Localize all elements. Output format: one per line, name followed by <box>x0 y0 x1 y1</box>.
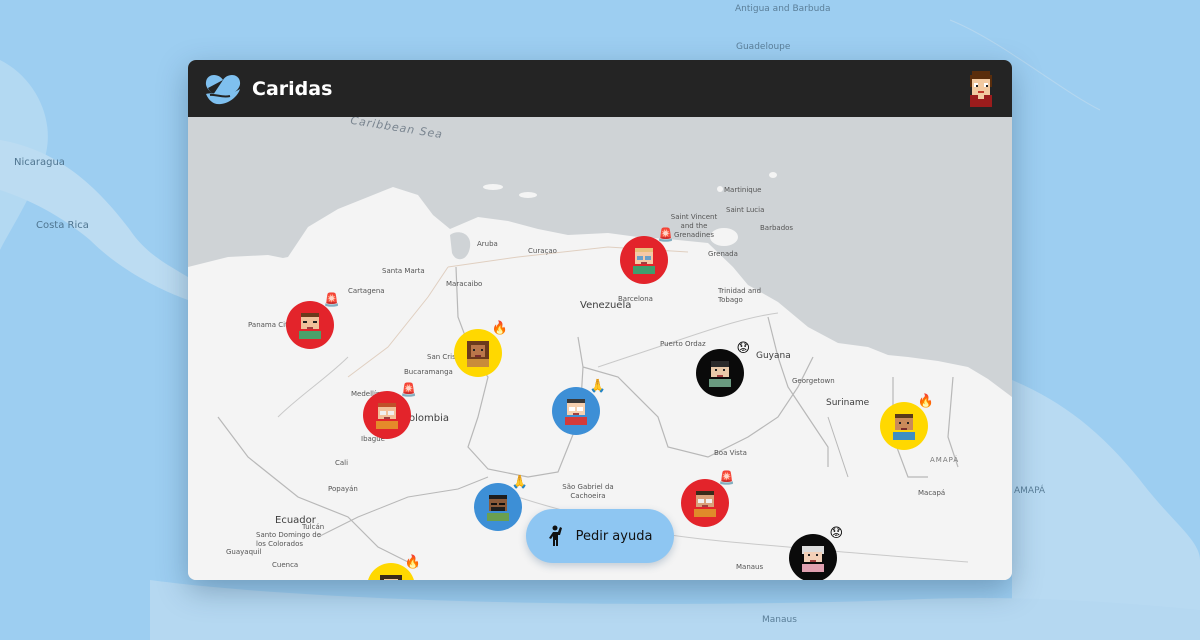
map-label-guayaquil: Guayaquil <box>226 548 262 556</box>
user-pixel-avatar-icon <box>970 70 992 107</box>
map-marker-person[interactable]: 🔥 <box>454 321 508 377</box>
map-label-barcelona: Barcelona <box>618 295 653 303</box>
map-label-boa-vista: Boa Vista <box>714 449 747 457</box>
map-label-suriname: Suriname <box>826 398 870 408</box>
map-label-cali: Cali <box>335 459 349 467</box>
bg-label-nicaragua: Nicaragua <box>14 157 65 168</box>
map-label-manaus: Manaus <box>736 563 764 571</box>
bg-label-manaus: Manaus <box>762 615 797 625</box>
map-marker-person[interactable]: 😟 <box>696 341 750 397</box>
status-fire-icon: 🔥 <box>491 321 508 336</box>
map-marker-person[interactable]: 🙏 <box>474 475 528 531</box>
heart-hand-logo-icon <box>205 74 241 104</box>
map-label-grenada: Grenada <box>708 250 738 258</box>
status-alarm-icon: 🚨 <box>323 293 340 308</box>
person-avatar-icon <box>380 575 402 580</box>
map-label-amapa: AMAPÁ <box>930 456 960 464</box>
bg-label-antigua: Antigua and Barbuda <box>735 4 831 14</box>
map-label-saint-vincent: Saint Vincent and the Grenadines <box>670 213 718 239</box>
user-avatar[interactable] <box>964 69 998 109</box>
status-worried-face-icon: 😟 <box>736 341 750 356</box>
map-marker-person[interactable]: 🚨 <box>363 383 417 439</box>
map-label-popayan: Popayán <box>328 485 358 493</box>
map-marker-person[interactable]: 🚨 <box>286 293 340 349</box>
person-avatar-icon <box>694 491 716 517</box>
map-label-martinique: Martinique <box>724 186 762 194</box>
map-label-georgetown: Georgetown <box>792 377 835 385</box>
status-alarm-icon: 🚨 <box>718 471 735 486</box>
person-raising-hand-icon <box>548 525 562 546</box>
status-fire-icon: 🔥 <box>917 394 934 409</box>
bg-label-costa-rica: Costa Rica <box>36 220 89 231</box>
ask-help-button[interactable]: Pedir ayuda <box>526 509 674 563</box>
app-title: Caridas <box>252 77 333 100</box>
map-label-trinidad: Trinidad and Tobago <box>718 287 762 304</box>
map-marker-person[interactable]: 🔥 <box>880 394 934 450</box>
map-label-bucaramanga: Bucaramanga <box>404 368 453 376</box>
map-marker-person[interactable]: 🚨 <box>620 228 674 284</box>
app-window: Caridas Caribbean Sea Venezuela Colombia… <box>188 60 1012 580</box>
person-avatar-icon <box>467 341 489 367</box>
map-label-guyana: Guyana <box>756 351 791 361</box>
app-header: Caridas <box>188 60 1012 117</box>
person-avatar-icon <box>709 361 731 387</box>
map-label-aruba: Aruba <box>477 240 498 248</box>
brand[interactable]: Caridas <box>204 72 332 106</box>
status-fire-icon: 🔥 <box>404 555 421 570</box>
map-marker-person[interactable]: 🙏 <box>552 379 606 435</box>
bg-label-amapa: AMAPÁ <box>1014 486 1046 496</box>
map-label-cartagena: Cartagena <box>348 287 385 295</box>
map-label-sao-gabriel: São Gabriel da Cachoeira <box>562 483 614 500</box>
map-marker-person[interactable]: 😟 <box>789 526 843 580</box>
person-avatar-icon <box>633 248 655 274</box>
person-avatar-icon <box>487 495 509 521</box>
map-label-macapa: Macapá <box>918 489 946 497</box>
status-praying-hands-icon: 🙏 <box>589 379 606 394</box>
map-label-cuenca: Cuenca <box>272 561 299 569</box>
map-label-maracaibo: Maracaibo <box>446 280 483 288</box>
status-alarm-icon: 🚨 <box>657 228 674 243</box>
person-avatar-icon <box>376 403 398 429</box>
person-avatar-icon <box>802 546 824 572</box>
map-label-curacao: Curaçao <box>528 247 557 255</box>
map-label-santo-domingo: Santo Domingo de los Colorados <box>256 531 321 548</box>
map-label-saint-lucia: Saint Lucia <box>726 206 765 214</box>
status-praying-hands-icon: 🙏 <box>511 475 528 490</box>
ask-help-label: Pedir ayuda <box>575 528 653 544</box>
map-label-tulcan: Tulcán <box>302 523 325 531</box>
map-view[interactable]: Caribbean Sea Venezuela Colombia Guyana … <box>188 117 1012 580</box>
status-alarm-icon: 🚨 <box>400 383 417 398</box>
map-label-barbados: Barbados <box>760 224 794 232</box>
bg-label-guadeloupe: Guadeloupe <box>736 42 791 52</box>
status-worried-face-icon: 😟 <box>829 526 843 541</box>
map-label-puerto-ordaz: Puerto Ordaz <box>660 340 706 348</box>
map-marker-person[interactable]: 🚨 <box>681 471 735 527</box>
person-avatar-icon <box>565 399 587 425</box>
person-avatar-icon <box>893 414 915 440</box>
map-label-santa-marta: Santa Marta <box>382 267 425 275</box>
person-avatar-icon <box>299 313 321 339</box>
